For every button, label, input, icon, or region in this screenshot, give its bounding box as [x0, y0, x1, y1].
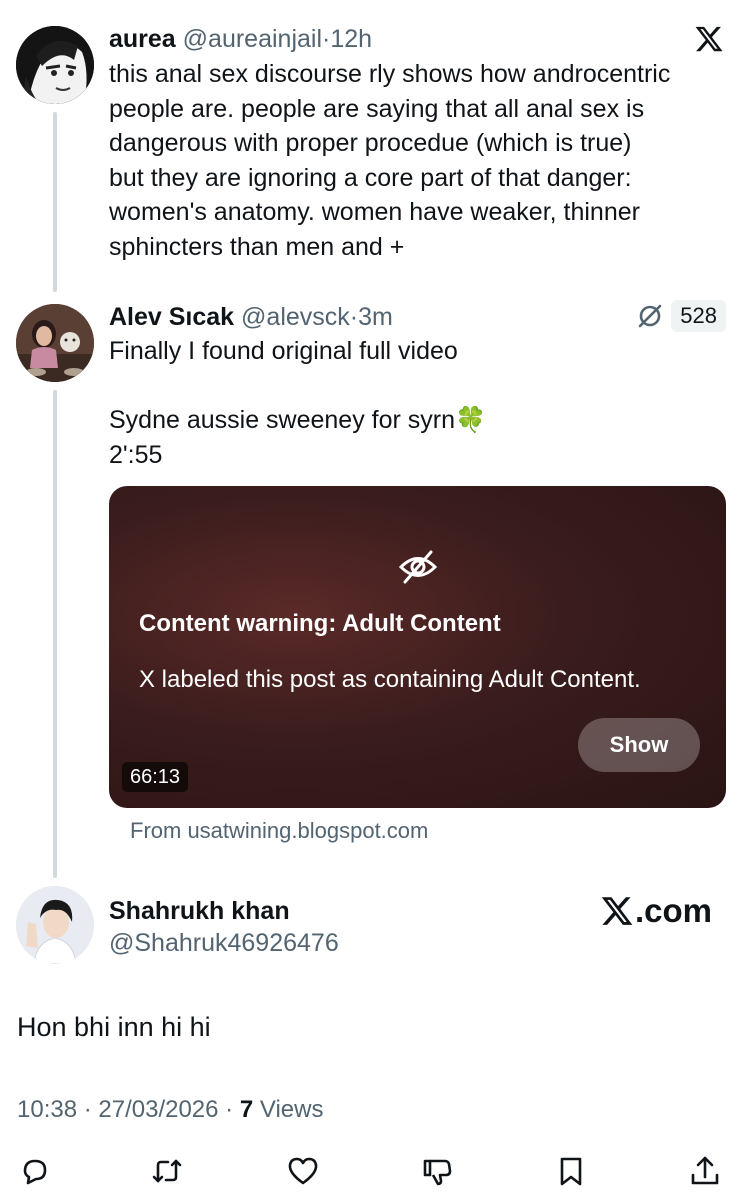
- tweet-text: Hon bhi inn hi hi: [17, 1012, 211, 1042]
- link-source[interactable]: From usatwining.blogspot.com: [130, 818, 428, 844]
- display-name[interactable]: Shahrukh khan: [109, 897, 290, 925]
- handle[interactable]: @alevsck: [241, 303, 350, 331]
- tweet-header: aurea @aureainjail·12h: [109, 24, 372, 54]
- brand-text: .com: [635, 892, 713, 929]
- display-name[interactable]: aurea: [109, 25, 176, 53]
- handle[interactable]: @Shahruk46926476: [109, 928, 339, 958]
- separator: ·: [349, 303, 359, 331]
- media-video[interactable]: Content warning: Adult Content X labeled…: [109, 486, 726, 808]
- avatar-alev[interactable]: [16, 304, 94, 382]
- show-button[interactable]: Show: [578, 718, 700, 772]
- tweet-screenshot: aurea @aureainjail·12h this anal sex dis…: [0, 0, 742, 1200]
- text-line: sphincters than men and +: [109, 232, 405, 261]
- tweet-meta: 10:38 · 27/03/2026 · 7 Views: [17, 1096, 323, 1124]
- action-bar: [0, 1145, 742, 1195]
- content-warning-title: Content warning: Adult Content: [139, 610, 501, 637]
- handle[interactable]: @aureainjail: [183, 25, 322, 53]
- content-warning-description: X labeled this post as containing Adult …: [139, 666, 641, 693]
- text-line: women's anatomy. women have weaker, thin…: [109, 198, 640, 226]
- text-line: people are. people are saying that all a…: [109, 94, 645, 123]
- reply-icon[interactable]: [17, 1153, 53, 1189]
- post-datetime[interactable]: 10:38 · 27/03/2026 ·: [17, 1096, 233, 1123]
- text-line: but they are ignoring a core part of tha…: [109, 163, 632, 192]
- link-icon: [635, 301, 665, 331]
- x-com-brand: .com: [600, 890, 712, 932]
- bookmark-icon[interactable]: [553, 1153, 589, 1189]
- retweet-icon[interactable]: [149, 1153, 185, 1189]
- thread-line: [53, 112, 57, 292]
- views-label[interactable]: Views: [260, 1096, 324, 1123]
- text-line: Finally I found original full video: [109, 337, 458, 365]
- thread-line: [53, 390, 57, 878]
- x-logo-icon: [694, 24, 724, 54]
- link-count-badge[interactable]: 528: [635, 300, 726, 332]
- video-duration: 66:13: [122, 762, 189, 792]
- text-line: dangerous with proper procedue (which is…: [109, 129, 632, 157]
- tweet-text: Finally I found original full video Sydn…: [109, 334, 709, 472]
- x-logo-icon: [601, 897, 633, 925]
- views-count: 7: [239, 1096, 254, 1123]
- tweet-text: this anal sex discourse rly shows how an…: [109, 57, 729, 264]
- eye-off-icon: [397, 546, 439, 588]
- avatar-shahrukh[interactable]: [16, 886, 94, 964]
- badge-count: 528: [671, 300, 726, 332]
- text-line: 2':55: [109, 440, 163, 469]
- heart-icon[interactable]: [285, 1153, 321, 1189]
- display-name[interactable]: Alev Sıcak: [109, 303, 234, 331]
- avatar-aurea[interactable]: [16, 26, 94, 104]
- timestamp[interactable]: 12h: [330, 25, 372, 53]
- text-line: this anal sex discourse rly shows how an…: [109, 60, 671, 88]
- text-line: Sydne aussie sweeney for syrn🍀: [109, 406, 487, 434]
- dislike-icon[interactable]: [419, 1153, 455, 1189]
- share-icon[interactable]: [687, 1153, 723, 1189]
- tweet-header: Alev Sıcak @alevsck·3m: [109, 302, 393, 332]
- tweet-header: Shahrukh khan: [109, 896, 290, 926]
- timestamp[interactable]: 3m: [358, 303, 393, 331]
